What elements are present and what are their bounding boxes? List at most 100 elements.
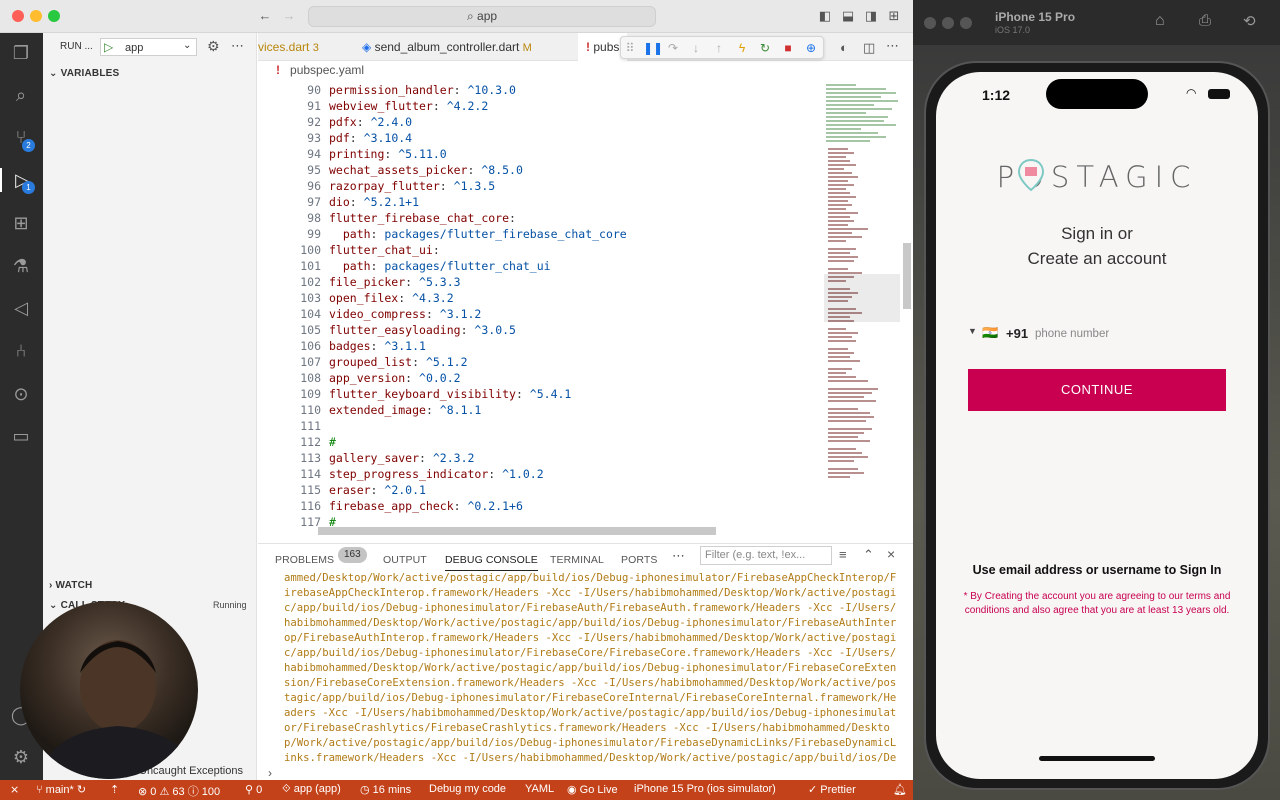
watch-section[interactable]: › WATCH bbox=[49, 580, 92, 591]
code-line[interactable]: 92 pdfx: ^2.4.0 bbox=[258, 114, 823, 130]
split-editor-icon[interactable]: ◫ bbox=[863, 40, 875, 56]
tab-output[interactable]: OUTPUT bbox=[383, 554, 427, 566]
settings-gear-icon[interactable]: ⚙ bbox=[9, 745, 33, 769]
phone-number-input[interactable]: phone number bbox=[1035, 328, 1109, 340]
code-line[interactable]: 115 eraser: ^2.0.1 bbox=[258, 482, 823, 498]
minimize-window-button[interactable] bbox=[30, 10, 42, 22]
code-line[interactable]: 110 extended_image: ^8.1.1 bbox=[258, 402, 823, 418]
maximize-panel-icon[interactable]: ⌃ bbox=[863, 547, 874, 563]
branch-status[interactable]: ⑂ main* ↻ bbox=[36, 783, 86, 796]
toggle-sidebar-icon[interactable]: ◧ bbox=[818, 9, 832, 22]
code-line[interactable]: 91 webview_flutter: ^4.2.2 bbox=[258, 98, 823, 114]
debug-target-status[interactable]: ⟐ app (app) bbox=[282, 783, 341, 796]
sim-close-button[interactable] bbox=[924, 17, 936, 29]
tab-services-dart[interactable]: vices.dart 3 bbox=[258, 33, 319, 61]
code-line[interactable]: 98 flutter_firebase_chat_core: bbox=[258, 210, 823, 226]
close-window-button[interactable] bbox=[12, 10, 24, 22]
home-icon[interactable]: ⌂ bbox=[1155, 12, 1165, 30]
device-status[interactable]: iPhone 15 Pro (ios simulator) bbox=[634, 783, 776, 795]
code-line[interactable]: 99 path: packages/flutter_firebase_chat_… bbox=[258, 226, 823, 242]
more-actions-icon[interactable]: ⋯ bbox=[886, 38, 899, 54]
code-line[interactable]: 102 file_picker: ^5.3.3 bbox=[258, 274, 823, 290]
close-panel-icon[interactable]: × bbox=[887, 546, 895, 562]
horizontal-scrollbar[interactable] bbox=[318, 527, 716, 535]
drag-handle-icon[interactable]: ⠿ bbox=[623, 41, 637, 55]
debug-mode-status[interactable]: Debug my code bbox=[429, 783, 506, 795]
start-debug-icon[interactable]: ▷ bbox=[104, 40, 113, 54]
code-editor[interactable]: 90 permission_handler: ^10.3.0 91 webview_f… bbox=[258, 82, 823, 537]
notifications-bell-icon[interactable]: 🔔︎ bbox=[893, 783, 907, 796]
tab-debug-console[interactable]: DEBUG CONSOLE bbox=[445, 554, 538, 571]
customize-layout-icon[interactable]: ⊞ bbox=[887, 9, 901, 22]
console-filter-input[interactable]: Filter (e.g. text, !ex... bbox=[700, 546, 832, 565]
git-graph-icon[interactable]: ⑃ bbox=[9, 339, 33, 363]
code-line[interactable]: 97 dio: ^5.2.1+1 bbox=[258, 194, 823, 210]
code-line[interactable]: 107 grouped_list: ^5.1.2 bbox=[258, 354, 823, 370]
flutter-devtools-icon[interactable]: ◐ bbox=[840, 40, 848, 55]
home-indicator[interactable] bbox=[1039, 756, 1155, 761]
hot-reload-icon[interactable]: ϟ bbox=[735, 41, 749, 55]
go-live-status[interactable]: ◉ Go Live bbox=[567, 783, 618, 796]
code-line[interactable]: 106 badges: ^3.1.1 bbox=[258, 338, 823, 354]
explorer-icon[interactable]: ❐ bbox=[9, 41, 33, 65]
variables-section[interactable]: ⌄ VARIABLES bbox=[49, 68, 119, 79]
step-over-icon[interactable]: ↷ bbox=[666, 41, 680, 55]
search-icon[interactable]: ⌕ bbox=[9, 83, 33, 107]
flutter-icon[interactable]: ◁ bbox=[9, 296, 33, 320]
rotate-icon[interactable]: ⟲ bbox=[1243, 12, 1256, 30]
inspect-widget-icon[interactable]: ⊕ bbox=[804, 41, 818, 55]
chat-icon[interactable]: ▭ bbox=[9, 424, 33, 448]
code-line[interactable]: 111 bbox=[258, 418, 823, 434]
uncaught-exceptions-breakpoint[interactable]: Uncaught Exceptions bbox=[139, 765, 243, 777]
ports-status[interactable]: ⚲ 0 bbox=[245, 783, 262, 796]
command-center-search[interactable]: ⌕ app bbox=[308, 6, 656, 27]
code-line[interactable]: 101 path: packages/flutter_chat_ui bbox=[258, 258, 823, 274]
restart-icon[interactable]: ↻ bbox=[758, 41, 772, 55]
more-tabs-icon[interactable]: ⋯ bbox=[672, 548, 685, 564]
code-line[interactable]: 104 video_compress: ^3.1.2 bbox=[258, 306, 823, 322]
code-line[interactable]: 96 razorpay_flutter: ^1.3.5 bbox=[258, 178, 823, 194]
testing-flask-icon[interactable]: ⚗ bbox=[9, 254, 33, 278]
step-out-icon[interactable]: ↑ bbox=[712, 41, 726, 55]
extensions-icon[interactable]: ⊞ bbox=[9, 211, 33, 235]
maximize-window-button[interactable] bbox=[48, 10, 60, 22]
code-line[interactable]: 95 wechat_assets_picker: ^8.5.0 bbox=[258, 162, 823, 178]
sim-minimize-button[interactable] bbox=[942, 17, 954, 29]
launch-config-select[interactable]: ▷ app ⌄ bbox=[100, 38, 197, 56]
code-line[interactable]: 109 flutter_keyboard_visibility: ^5.4.1 bbox=[258, 386, 823, 402]
india-flag-icon[interactable]: 🇮🇳 bbox=[982, 325, 998, 341]
tab-ports[interactable]: PORTS bbox=[621, 554, 657, 566]
forward-arrow-icon[interactable]: → bbox=[282, 9, 296, 22]
more-actions-icon[interactable]: ⋯ bbox=[231, 38, 244, 54]
code-line[interactable]: 103 open_filex: ^4.3.2 bbox=[258, 290, 823, 306]
language-status[interactable]: YAML bbox=[525, 783, 554, 795]
code-line[interactable]: 112 # bbox=[258, 434, 823, 450]
problems-status[interactable]: ⊗ 0 ⚠ 63 ⓘ 100 bbox=[138, 783, 220, 799]
vertical-scrollbar[interactable] bbox=[903, 243, 911, 309]
stop-icon[interactable]: ■ bbox=[781, 41, 795, 55]
minimap[interactable] bbox=[824, 82, 902, 537]
continue-button[interactable]: CONTINUE bbox=[968, 369, 1226, 411]
tab-send-album-controller[interactable]: ◈ send_album_controller.dart M bbox=[362, 33, 532, 61]
remote-explorer-icon[interactable]: ⊙ bbox=[9, 382, 33, 406]
toggle-secondary-sidebar-icon[interactable]: ◨ bbox=[864, 9, 878, 22]
code-line[interactable]: 100 flutter_chat_ui: bbox=[258, 242, 823, 258]
code-line[interactable]: 105 flutter_easyloading: ^3.0.5 bbox=[258, 322, 823, 338]
country-code[interactable]: +91 bbox=[1006, 326, 1028, 341]
step-into-icon[interactable]: ↓ bbox=[689, 41, 703, 55]
word-wrap-icon[interactable]: ≡ bbox=[839, 547, 847, 562]
email-signin-link[interactable]: Use email address or username to Sign In bbox=[936, 563, 1258, 577]
gear-icon[interactable]: ⚙ bbox=[207, 38, 220, 55]
sim-maximize-button[interactable] bbox=[960, 17, 972, 29]
tab-terminal[interactable]: TERMINAL bbox=[550, 554, 604, 566]
code-line[interactable]: 113 gallery_saver: ^2.3.2 bbox=[258, 450, 823, 466]
wakatime-status[interactable]: ◷ 16 mins bbox=[360, 783, 411, 796]
console-prompt-chevron-icon[interactable]: › bbox=[268, 766, 272, 780]
toggle-panel-icon[interactable]: ⬓ bbox=[841, 9, 855, 22]
back-arrow-icon[interactable]: ← bbox=[258, 9, 272, 22]
code-line[interactable]: 90 permission_handler: ^10.3.0 bbox=[258, 82, 823, 98]
screenshot-camera-icon[interactable]: ⎙ bbox=[1199, 12, 1211, 29]
country-dropdown-caret-icon[interactable]: ▼ bbox=[968, 326, 977, 336]
publish-icon[interactable]: ⇡ bbox=[110, 783, 119, 796]
code-line[interactable]: 114 step_progress_indicator: ^1.0.2 bbox=[258, 466, 823, 482]
